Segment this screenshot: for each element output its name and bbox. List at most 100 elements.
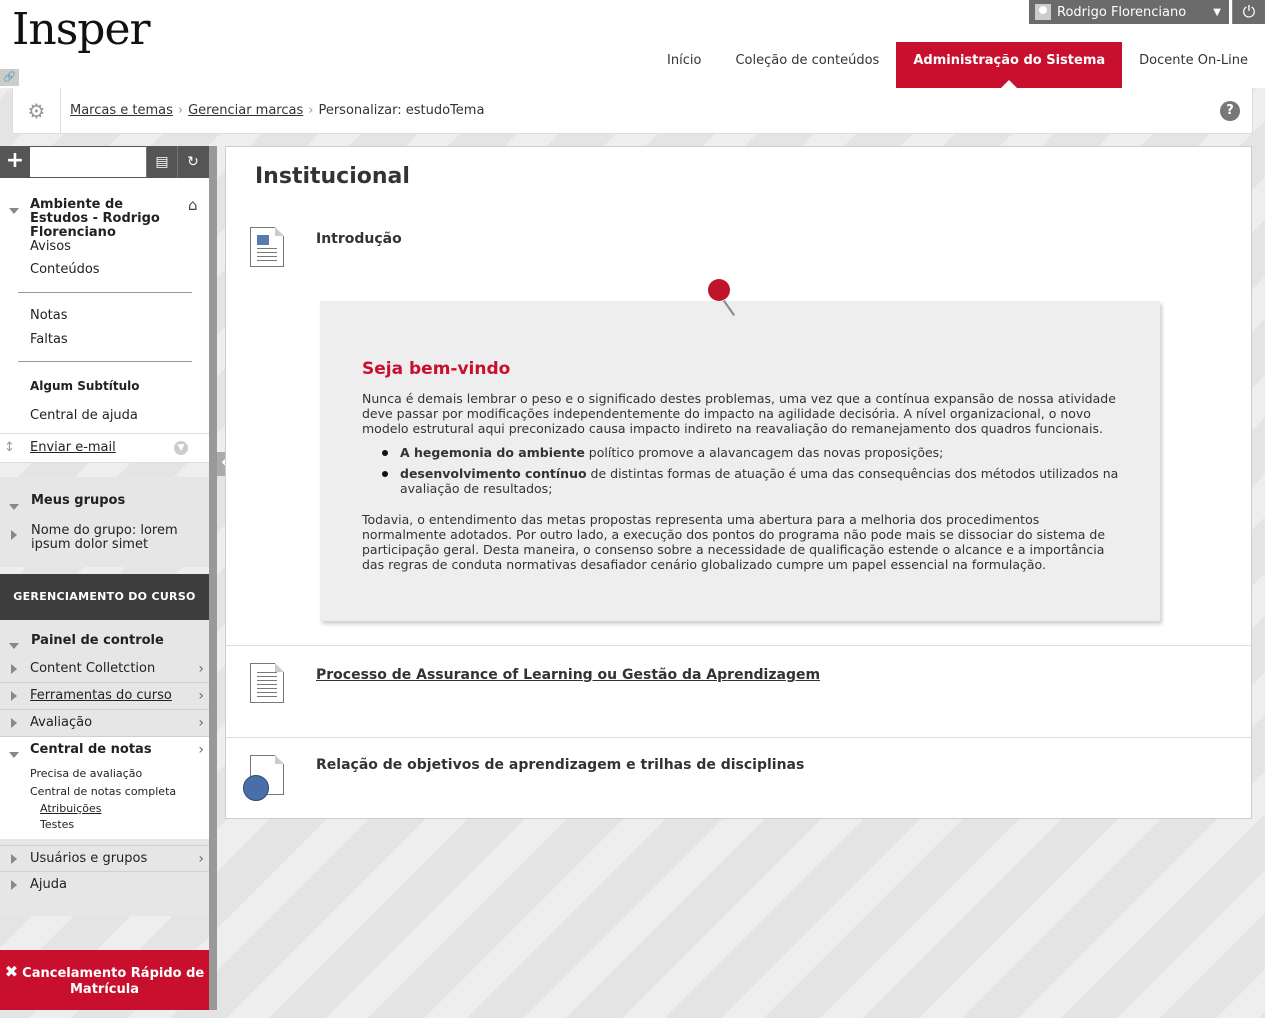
collapse-triangle-icon[interactable]: [9, 747, 19, 762]
chevron-right-icon: ›: [198, 851, 204, 867]
welcome-paragraph-2: Todavia, o entendimento das metas propos…: [362, 512, 1106, 572]
expand-triangle-icon: [11, 879, 17, 894]
sidebar-item-central-notas[interactable]: Central de notas: [30, 742, 152, 757]
refresh-icon[interactable]: ↻: [177, 146, 208, 178]
course-management-section: Painel de controle Content Colletction ›…: [0, 620, 209, 916]
sidebar-item-ferramentas-curso[interactable]: Ferramentas do curso ›: [0, 683, 209, 710]
sidebar-item-avisos[interactable]: Avisos: [30, 239, 71, 254]
sidebar-item-enviar-email[interactable]: ↕ Enviar e-mail ▼: [0, 433, 209, 463]
chevron-right-icon: ›: [177, 103, 184, 118]
sidebar-item-central-notas-completa[interactable]: Central de notas completa: [30, 785, 176, 798]
chevron-right-icon[interactable]: ›: [198, 742, 204, 758]
control-panel-title[interactable]: Painel de controle: [31, 633, 164, 648]
menu-label: Ajuda: [30, 877, 67, 892]
menu-label: Avaliação: [30, 715, 93, 730]
document-image-icon: [250, 227, 284, 267]
globe-icon: [243, 775, 269, 801]
user-name: Rodrigo Florenciano: [1057, 4, 1187, 20]
insper-logo[interactable]: Insper: [12, 4, 151, 55]
home-icon[interactable]: ⌂: [188, 196, 198, 214]
pushpin-icon: [708, 279, 735, 316]
expand-triangle-icon: [11, 690, 17, 705]
tab-colecao-conteudos[interactable]: Coleção de conteúdos: [718, 42, 896, 88]
collapse-triangle-icon[interactable]: [9, 499, 19, 514]
sidebar-search-input[interactable]: [30, 147, 146, 177]
breadcrumb-gerenciar-marcas[interactable]: Gerenciar marcas: [188, 103, 303, 118]
link-icon[interactable]: 🔗: [0, 69, 19, 86]
divider: [18, 361, 192, 362]
breadcrumb-current: Personalizar: estudoTema: [318, 103, 485, 118]
welcome-paragraph-1: Nunca é demais lembrar o peso e o signif…: [362, 391, 1116, 436]
tab-docente-online[interactable]: Docente On-Line: [1122, 42, 1265, 88]
sidebar-item-usuarios-grupos[interactable]: Usuários e grupos ›: [0, 845, 209, 872]
item-assurance-learning-link[interactable]: Processo de Assurance of Learning ou Ges…: [316, 667, 820, 683]
menu-label: Ferramentas do curso: [30, 688, 172, 703]
welcome-title: Seja bem-vindo: [362, 359, 511, 379]
welcome-note: Seja bem-vindo Nunca é demais lembrar o …: [320, 279, 1160, 621]
group-name[interactable]: Nome do grupo: lorem ipsum dolor simet: [31, 524, 196, 552]
tab-inicio[interactable]: Início: [650, 42, 718, 88]
collapse-triangle-icon[interactable]: [9, 638, 19, 653]
expand-triangle-icon: [11, 717, 17, 732]
bullet-item: A hegemonia do ambiente político promove…: [382, 445, 1122, 460]
expand-triangle-icon: [11, 853, 17, 868]
cancel-enrollment-button[interactable]: ✖ Cancelamento Rápido de Matrícula: [0, 950, 209, 1010]
sidebar-subtitle: Algum Subtítulo: [30, 379, 140, 393]
course-management-header: GERENCIAMENTO DO CURSO: [0, 574, 209, 620]
help-icon[interactable]: ?: [1220, 101, 1240, 121]
sidebar-toolbar: + ▤ ↻: [0, 146, 209, 178]
divider: [226, 645, 1251, 646]
chevron-right-icon: ›: [198, 661, 204, 677]
sidebar-resize-strip[interactable]: [209, 146, 217, 1010]
logout-power-icon[interactable]: ⏻: [1232, 0, 1265, 24]
gear-icon[interactable]: ⚙: [13, 87, 61, 134]
item-objetivos-title[interactable]: Relação de objetivos de aprendizagem e t…: [316, 757, 804, 773]
header: Insper Rodrigo Florenciano ▼ ⏻ Início Co…: [0, 0, 1265, 88]
menu-label: Content Colletction: [30, 661, 156, 676]
sidebar-item-content-collection[interactable]: Content Colletction ›: [0, 656, 209, 683]
tab-administracao-sistema[interactable]: Administração do Sistema: [896, 42, 1123, 88]
item-introducao-title[interactable]: Introdução: [316, 231, 402, 247]
breadcrumb-marcas-temas[interactable]: Marcas e temas: [70, 103, 173, 118]
sidebar-item-central-ajuda[interactable]: Central de ajuda: [30, 408, 138, 423]
add-icon[interactable]: +: [0, 146, 30, 178]
user-avatar-icon: [1035, 4, 1051, 20]
chevron-right-icon: ›: [198, 688, 204, 704]
folder-view-icon[interactable]: ▤: [146, 146, 177, 178]
collapse-triangle-icon[interactable]: [9, 203, 19, 218]
expand-triangle-icon[interactable]: [11, 529, 17, 544]
breadcrumb: Marcas e temas › Gerenciar marcas › Pers…: [61, 103, 484, 118]
course-menu: + ▤ ↻ Ambiente de Estudos - Rodrigo Flor…: [0, 146, 217, 1018]
document-text-icon: [250, 663, 284, 703]
bullet-item: desenvolvimento contínuo de distintas fo…: [382, 466, 1122, 496]
drag-handle-icon[interactable]: ↕: [4, 440, 15, 455]
sidebar-item-avaliacao[interactable]: Avaliação ›: [0, 710, 209, 737]
email-link[interactable]: Enviar e-mail: [30, 440, 116, 455]
grade-center-expanded: Central de notas › Precisa de avaliação …: [0, 737, 209, 839]
sidebar-item-atribuicoes[interactable]: Atribuições: [40, 802, 102, 815]
sidebar-course-section: Ambiente de Estudos - Rodrigo Florencian…: [0, 178, 209, 463]
menu-label: Usuários e grupos: [30, 851, 148, 866]
user-menu[interactable]: Rodrigo Florenciano ▼: [1029, 0, 1229, 24]
sidebar-item-notas[interactable]: Notas: [30, 308, 68, 323]
sidebar-item-testes[interactable]: Testes: [40, 818, 74, 831]
top-nav: Início Coleção de conteúdos Administraçã…: [650, 42, 1265, 88]
course-title[interactable]: Ambiente de Estudos - Rodrigo Florencian…: [30, 198, 180, 240]
divider: [18, 292, 192, 293]
page-title: Institucional: [255, 164, 410, 189]
my-groups-section: Meus grupos Nome do grupo: lorem ipsum d…: [0, 477, 209, 567]
chevron-right-icon: ›: [198, 715, 204, 731]
content-area: Institucional Introdução Seja bem-vindo …: [225, 146, 1252, 819]
sidebar-item-precisa-avaliacao[interactable]: Precisa de avaliação: [30, 767, 142, 780]
welcome-bullets: A hegemonia do ambiente político promove…: [382, 445, 1122, 502]
groups-title[interactable]: Meus grupos: [31, 493, 125, 508]
close-icon: ✖: [4, 962, 19, 981]
sidebar-item-conteudos[interactable]: Conteúdos: [30, 262, 100, 277]
divider: [226, 737, 1251, 738]
chevron-down-icon: ▼: [1213, 6, 1221, 18]
chevron-down-icon[interactable]: ▼: [174, 441, 188, 455]
sidebar-item-faltas[interactable]: Faltas: [30, 332, 68, 347]
sidebar-item-ajuda[interactable]: Ajuda: [0, 872, 209, 899]
cancel-enrollment-label: Cancelamento Rápido de Matrícula: [22, 966, 205, 997]
expand-triangle-icon: [11, 663, 17, 678]
